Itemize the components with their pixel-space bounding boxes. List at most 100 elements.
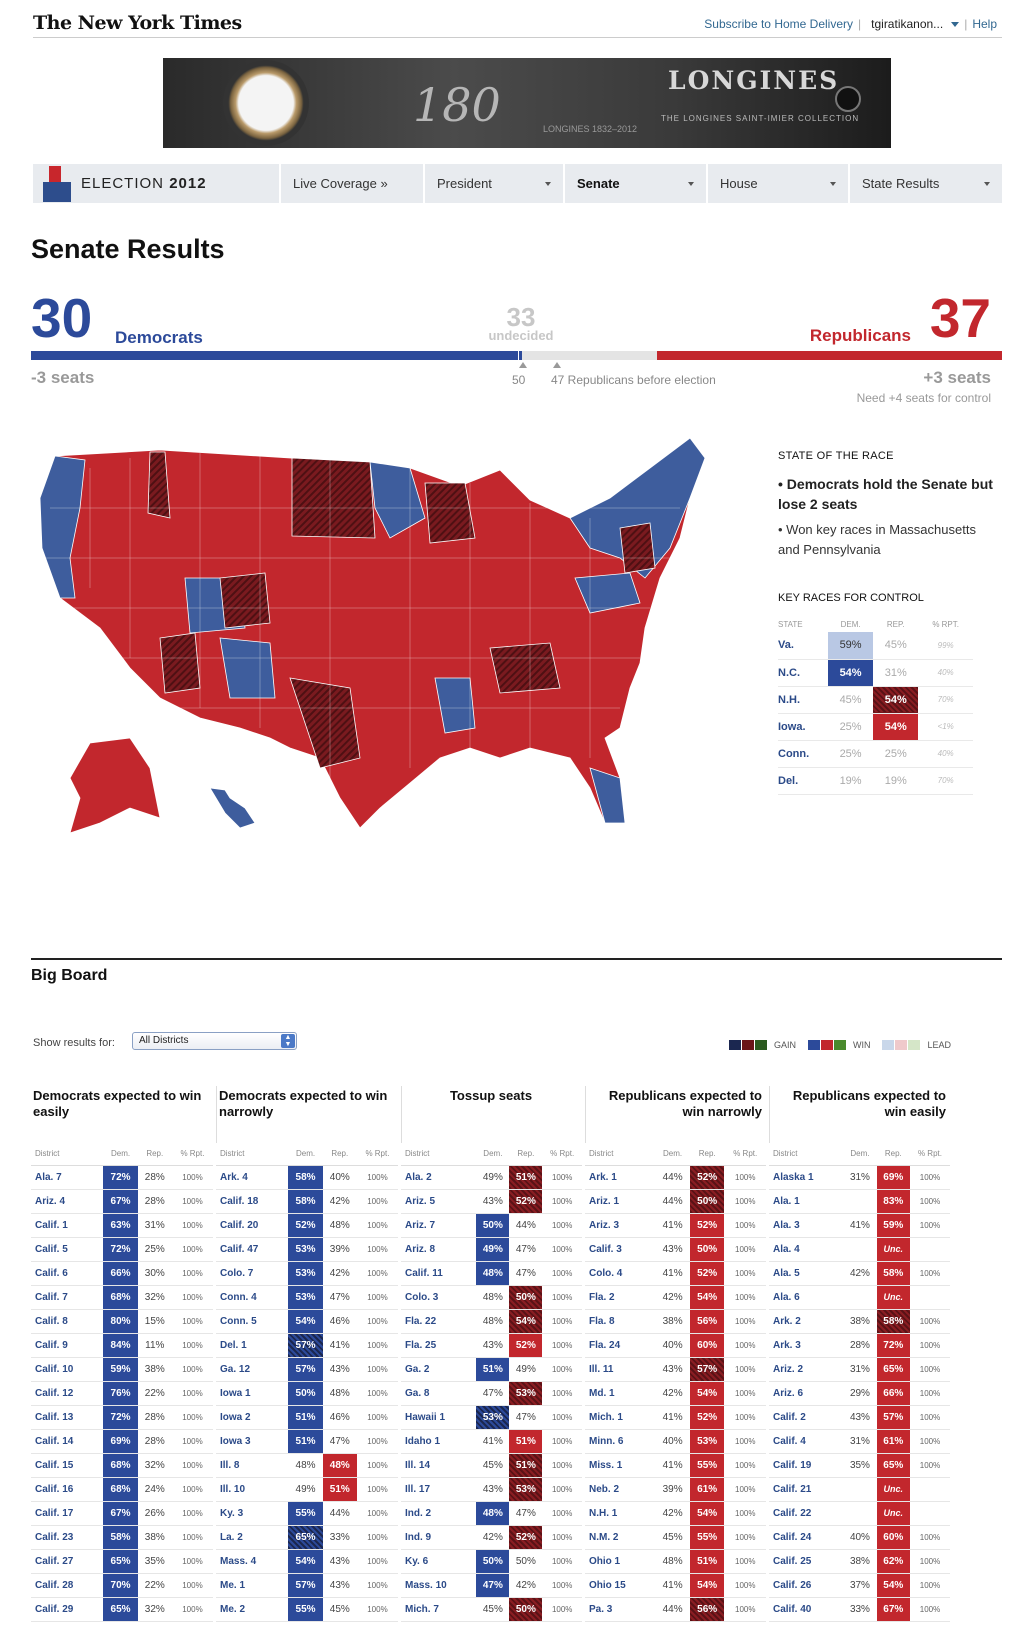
key-race-state[interactable]: Iowa. [778,713,828,741]
board-row[interactable]: Me. 1 57% 43% 100% [216,1573,398,1598]
district-name[interactable]: Iowa 1 [216,1381,289,1406]
nyt-logo[interactable]: The New York Times [33,12,242,34]
key-race-state[interactable]: N.H. [778,686,828,714]
board-row[interactable]: Ga. 12 57% 43% 100% [216,1357,398,1382]
board-row[interactable]: Ariz. 6 29% 66% 100% [769,1381,950,1406]
district-name[interactable]: Calif. 29 [31,1597,104,1622]
district-name[interactable]: Ariz. 5 [401,1189,477,1214]
board-row[interactable]: Calif. 14 69% 28% 100% [31,1429,213,1454]
board-row[interactable]: Calif. 27 65% 35% 100% [31,1549,213,1574]
board-row[interactable]: Pa. 3 44% 56% 100% [585,1597,766,1622]
board-row[interactable]: Mich. 1 41% 52% 100% [585,1405,766,1430]
district-name[interactable]: Colo. 3 [401,1285,477,1310]
board-row[interactable]: Ariz. 7 50% 44% 100% [401,1213,582,1238]
district-name[interactable]: N.H. 1 [585,1501,656,1526]
board-row[interactable]: Calif. 15 68% 32% 100% [31,1453,213,1478]
board-row[interactable]: Fla. 24 40% 60% 100% [585,1333,766,1358]
board-row[interactable]: Calif. 40 33% 67% 100% [769,1597,950,1622]
user-menu[interactable]: tgiratikanon... [861,17,964,31]
district-name[interactable]: Calif. 26 [769,1573,844,1598]
district-name[interactable]: Colo. 4 [585,1261,656,1286]
board-row[interactable]: Ky. 3 55% 44% 100% [216,1501,398,1526]
board-row[interactable]: Calif. 9 84% 11% 100% [31,1333,213,1358]
district-name[interactable]: Neb. 2 [585,1477,656,1502]
district-name[interactable]: Calif. 7 [31,1285,104,1310]
board-row[interactable]: Ark. 2 38% 58% 100% [769,1309,950,1334]
advertisement-banner[interactable]: 180 LONGINES 1832–2012 LONGINES THE LONG… [163,58,891,148]
board-row[interactable]: Calif. 47 53% 39% 100% [216,1237,398,1262]
board-row[interactable]: Ohio 15 41% 54% 100% [585,1573,766,1598]
board-row[interactable]: Calif. 21 Unc. [769,1477,950,1502]
district-name[interactable]: Alaska 1 [769,1165,844,1190]
district-name[interactable]: Colo. 7 [216,1261,289,1286]
board-row[interactable]: Mich. 7 45% 50% 100% [401,1597,582,1622]
district-name[interactable]: Ill. 8 [216,1453,289,1478]
board-row[interactable]: Ill. 14 45% 51% 100% [401,1453,582,1478]
district-name[interactable]: Calif. 47 [216,1237,289,1262]
district-name[interactable]: Fla. 24 [585,1333,656,1358]
district-name[interactable]: Calif. 23 [31,1525,104,1550]
district-name[interactable]: Calif. 12 [31,1381,104,1406]
district-name[interactable]: Calif. 15 [31,1453,104,1478]
help-link[interactable]: Help [967,17,1002,31]
district-name[interactable]: Calif. 9 [31,1333,104,1358]
key-race-row[interactable]: Conn. 25% 25% 40% [778,740,973,768]
district-name[interactable]: Calif. 22 [769,1501,844,1526]
district-name[interactable]: Ark. 2 [769,1309,844,1334]
board-row[interactable]: Ohio 1 48% 51% 100% [585,1549,766,1574]
district-name[interactable]: Me. 1 [216,1573,289,1598]
board-row[interactable]: Calif. 24 40% 60% 100% [769,1525,950,1550]
board-row[interactable]: Conn. 5 54% 46% 100% [216,1309,398,1334]
district-name[interactable]: Ark. 3 [769,1333,844,1358]
board-row[interactable]: Ala. 5 42% 58% 100% [769,1261,950,1286]
district-name[interactable]: Ariz. 1 [585,1189,656,1214]
district-name[interactable]: Ariz. 8 [401,1237,477,1262]
nav-president[interactable]: President [423,164,563,203]
election-brand[interactable]: ELECTION 2012 [33,164,279,203]
board-row[interactable]: N.H. 1 42% 54% 100% [585,1501,766,1526]
district-name[interactable]: Ariz. 3 [585,1213,656,1238]
district-name[interactable]: Ariz. 4 [31,1189,104,1214]
district-name[interactable]: Ala. 2 [401,1165,477,1190]
board-row[interactable]: Calif. 29 65% 32% 100% [31,1597,213,1622]
board-row[interactable]: Ariz. 5 43% 52% 100% [401,1189,582,1214]
district-name[interactable]: Ga. 2 [401,1357,477,1382]
district-name[interactable]: Conn. 4 [216,1285,289,1310]
board-row[interactable]: Calif. 6 66% 30% 100% [31,1261,213,1286]
district-name[interactable]: Ala. 3 [769,1213,844,1238]
board-row[interactable]: Ga. 2 51% 49% 100% [401,1357,582,1382]
board-row[interactable]: Fla. 2 42% 54% 100% [585,1285,766,1310]
district-name[interactable]: Minn. 6 [585,1429,656,1454]
board-row[interactable]: Colo. 4 41% 52% 100% [585,1261,766,1286]
board-row[interactable]: Calif. 28 70% 22% 100% [31,1573,213,1598]
district-name[interactable]: Ala. 4 [769,1237,844,1262]
district-name[interactable]: Ark. 1 [585,1165,656,1190]
board-row[interactable]: Ill. 10 49% 51% 100% [216,1477,398,1502]
board-row[interactable]: Ala. 7 72% 28% 100% [31,1165,213,1190]
district-name[interactable]: Calif. 16 [31,1477,104,1502]
board-row[interactable]: Ala. 6 Unc. [769,1285,950,1310]
district-name[interactable]: Calif. 13 [31,1405,104,1430]
nav-house[interactable]: House [706,164,848,203]
board-row[interactable]: Conn. 4 53% 47% 100% [216,1285,398,1310]
district-name[interactable]: Idaho 1 [401,1429,477,1454]
district-name[interactable]: Ill. 17 [401,1477,477,1502]
district-name[interactable]: La. 2 [216,1525,289,1550]
board-row[interactable]: Ind. 2 48% 47% 100% [401,1501,582,1526]
district-name[interactable]: Mich. 7 [401,1597,477,1622]
district-name[interactable]: Ga. 8 [401,1381,477,1406]
board-row[interactable]: Neb. 2 39% 61% 100% [585,1477,766,1502]
board-row[interactable]: Iowa 2 51% 46% 100% [216,1405,398,1430]
board-row[interactable]: Miss. 1 41% 55% 100% [585,1453,766,1478]
district-name[interactable]: Miss. 1 [585,1453,656,1478]
subscribe-link[interactable]: Subscribe to Home Delivery [699,17,858,31]
district-name[interactable]: Mich. 1 [585,1405,656,1430]
district-name[interactable]: Iowa 2 [216,1405,289,1430]
board-row[interactable]: Del. 1 57% 41% 100% [216,1333,398,1358]
board-row[interactable]: Calif. 4 31% 61% 100% [769,1429,950,1454]
board-row[interactable]: Fla. 8 38% 56% 100% [585,1309,766,1334]
district-name[interactable]: Calif. 24 [769,1525,844,1550]
key-race-row[interactable]: N.C. 54% 31% 40% [778,659,973,687]
district-name[interactable]: Calif. 14 [31,1429,104,1454]
district-name[interactable]: Calif. 6 [31,1261,104,1286]
